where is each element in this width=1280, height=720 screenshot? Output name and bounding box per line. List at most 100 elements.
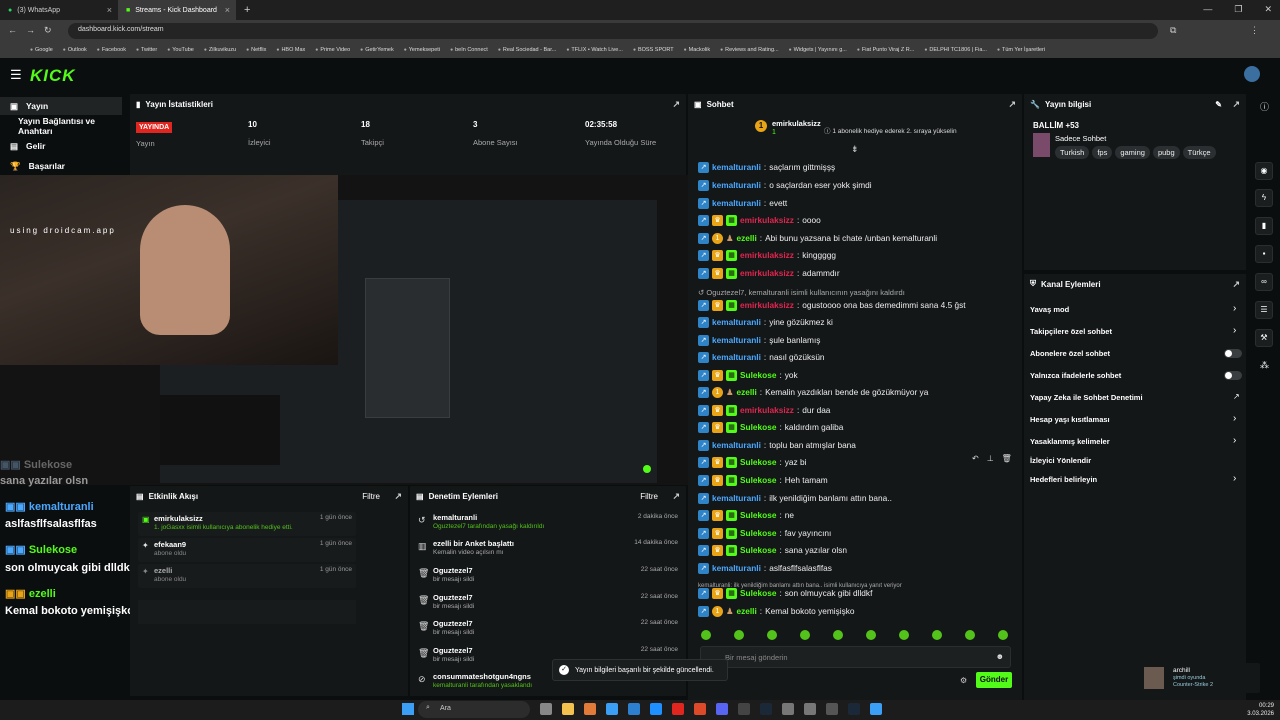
chat-message[interactable]: ↗ kemalturanli: saçlarım gittmişşş — [698, 159, 835, 175]
chat-username[interactable]: Sulekose — [740, 545, 776, 555]
share-icon[interactable]: ⁂ — [1260, 360, 1269, 371]
bookmark-item[interactable]: Reviews and Rating... — [720, 47, 779, 53]
bookmark-item[interactable]: GetirYemek — [360, 47, 394, 53]
close-window-icon[interactable]: ✕ — [1264, 4, 1272, 15]
taskbar-app-icon[interactable] — [738, 703, 750, 715]
edit-icon[interactable]: ✎ — [1215, 100, 1222, 109]
chat-message[interactable]: ↗ ♛ ▦ Sulekose: fav yayıncını — [698, 525, 831, 541]
sidebar-item-basarilar[interactable]: 🏆 Başarılar — [0, 157, 122, 175]
taskbar-app-icon[interactable] — [628, 703, 640, 715]
chat-message[interactable]: ↗ ♛ ▦ emirkulaksizz: kinggggg — [698, 247, 836, 263]
bookmark-item[interactable]: BOSS SPORT — [633, 47, 674, 53]
chat-message[interactable]: ↗ ♛ ▦ Sulekose: Heh tamam — [698, 472, 828, 488]
reply-icon[interactable]: ↶ — [972, 454, 979, 466]
taskbar-app-icon[interactable] — [606, 703, 618, 715]
steam-notification[interactable]: archill şimdi oyunda Counter-Strike 2 — [1140, 663, 1260, 693]
user-avatar[interactable] — [1244, 66, 1260, 82]
bookmark-item[interactable]: YouTube — [167, 47, 194, 53]
quick-emote-icon[interactable] — [965, 630, 975, 640]
chat-username[interactable]: kemalturanli — [712, 317, 761, 327]
sidebar-item-yayin[interactable]: ▣ Yayın — [0, 97, 122, 115]
bookmark-item[interactable]: beIn Connect — [450, 47, 488, 53]
taskbar-app-icon[interactable] — [826, 703, 838, 715]
chat-username[interactable]: emirkulaksizz — [740, 300, 794, 310]
quick-emote-icon[interactable] — [866, 630, 876, 640]
chat-message[interactable]: ↗ 1 ♟ ezelli: Kemalin yazdıkları bende de g… — [698, 384, 928, 400]
chat-username[interactable]: Sulekose — [740, 510, 776, 520]
chat-username[interactable]: kemalturanli — [712, 198, 761, 208]
taskbar-app-icon[interactable] — [782, 703, 794, 715]
chat-message[interactable]: ↗ kemalturanli: aslfasflfsalasflfas — [698, 560, 832, 576]
popout-icon[interactable]: ↗ — [1008, 99, 1016, 110]
taskbar-app-icon[interactable] — [650, 703, 662, 715]
taskbar-app-icon[interactable] — [672, 703, 684, 715]
chat-message[interactable]: ↗ kemalturanli: toplu ban atmışlar bana — [698, 437, 856, 453]
taskbar-app-icon[interactable] — [540, 703, 552, 715]
rail-camera-icon[interactable]: ◉ — [1255, 162, 1273, 180]
bookmark-item[interactable]: Zilkuvikuzu — [204, 47, 236, 53]
quick-emote-icon[interactable] — [800, 630, 810, 640]
new-tab-button[interactable]: + — [236, 0, 256, 20]
quick-emote-icon[interactable] — [833, 630, 843, 640]
chat-message[interactable]: ↗ ♛ ▦ emirkulaksizz: adammdır — [698, 265, 840, 281]
chat-message[interactable]: ↗ kemalturanli: ilk yenildiğim banlamı at… — [698, 490, 892, 506]
popout-icon[interactable]: ↗ — [672, 99, 680, 110]
channel-action-label[interactable]: Yalnızca ifadelerle sohbet — [1030, 371, 1121, 380]
chat-username[interactable]: ezelli — [736, 606, 756, 616]
close-tab-icon[interactable]: × — [225, 5, 230, 15]
chevron-right-icon[interactable]: › — [1233, 303, 1236, 314]
reload-icon[interactable]: ↻ — [44, 25, 52, 36]
taskbar-app-icon[interactable] — [760, 703, 772, 715]
chat-message[interactable]: ↗ kemalturanli: yine gözükmez ki — [698, 314, 833, 330]
chat-username[interactable]: Sulekose — [740, 588, 776, 598]
menu-icon[interactable]: ⋮ — [1250, 25, 1259, 36]
taskbar-app-icon[interactable] — [562, 703, 574, 715]
bookmark-item[interactable]: Google — [30, 47, 53, 53]
chat-message[interactable]: ↗ ♛ ▦ Sulekose: kaldırdım galiba — [698, 419, 843, 435]
chevron-right-icon[interactable]: › — [1233, 473, 1236, 484]
chat-message[interactable]: ↗ ♛ ▦ Sulekose: sana yazılar olsn — [698, 542, 847, 558]
rail-link-icon[interactable]: ∞ — [1255, 273, 1273, 291]
quick-emote-icon[interactable] — [734, 630, 744, 640]
taskbar-app-icon[interactable] — [848, 703, 860, 715]
bookmark-item[interactable]: Real Sociedad - Bar... — [498, 47, 557, 53]
quick-emote-icon[interactable] — [899, 630, 909, 640]
toggle-switch[interactable] — [1224, 371, 1242, 380]
taskbar-app-icon[interactable] — [716, 703, 728, 715]
sidebar-item-gelir[interactable]: ▤ Gelir — [0, 137, 122, 155]
chat-username[interactable]: Sulekose — [740, 370, 776, 380]
chat-username[interactable]: emirkulaksizz — [740, 250, 794, 260]
rail-list-icon[interactable]: ☰ — [1255, 301, 1273, 319]
bookmark-item[interactable]: HBO Max — [276, 47, 305, 53]
popout-icon[interactable]: ↗ — [672, 491, 680, 502]
bookmark-item[interactable]: Outlook — [63, 47, 87, 53]
url-field[interactable]: dashboard.kick.com/stream — [68, 23, 1158, 39]
chat-username[interactable]: kemalturanli — [712, 563, 761, 573]
chat-username[interactable]: ezelli — [736, 387, 756, 397]
hamburger-menu-icon[interactable]: ☰ — [10, 67, 22, 83]
rail-bolt-icon[interactable]: ϟ — [1255, 189, 1273, 207]
chevron-right-icon[interactable]: › — [1233, 435, 1236, 446]
channel-action-label[interactable]: İzleyici Yönlendir — [1030, 456, 1091, 465]
chat-settings-icon[interactable]: ⚙ — [960, 676, 967, 685]
chat-username[interactable]: kemalturanli — [712, 180, 761, 190]
maximize-icon[interactable]: ❐ — [1234, 4, 1242, 15]
bookmark-item[interactable]: Tüm Yer İşaretleri — [997, 47, 1045, 53]
chat-message[interactable]: ↗ kemalturanli: nasıl gözüksün — [698, 349, 825, 365]
channel-action-label[interactable]: Yapay Zeka ile Sohbet Denetimi — [1030, 393, 1143, 402]
popout-icon[interactable]: ↗ — [1232, 99, 1240, 110]
bookmark-item[interactable]: Netflix — [246, 47, 266, 53]
channel-action-label[interactable]: Hesap yaşı kısıtlaması — [1030, 415, 1110, 424]
chat-message[interactable]: ↗ ♛ ▦ Sulekose: ne — [698, 507, 794, 523]
delete-icon[interactable]: 🗑 — [1002, 454, 1012, 466]
channel-action-label[interactable]: Abonelere özel sohbet — [1030, 349, 1110, 358]
collapse-icon[interactable]: ⇟ — [851, 144, 859, 155]
chat-username[interactable]: kemalturanli — [712, 493, 761, 503]
taskbar-app-icon[interactable] — [804, 703, 816, 715]
rail-doc-icon[interactable]: ▮ — [1255, 217, 1273, 235]
chat-message[interactable]: ↗ kemalturanli: evett — [698, 195, 787, 211]
quick-emote-icon[interactable] — [932, 630, 942, 640]
chevron-right-icon[interactable]: › — [1233, 413, 1236, 424]
channel-action-label[interactable]: Yasaklanmış kelimeler — [1030, 437, 1110, 446]
chat-username[interactable]: emirkulaksizz — [740, 215, 794, 225]
